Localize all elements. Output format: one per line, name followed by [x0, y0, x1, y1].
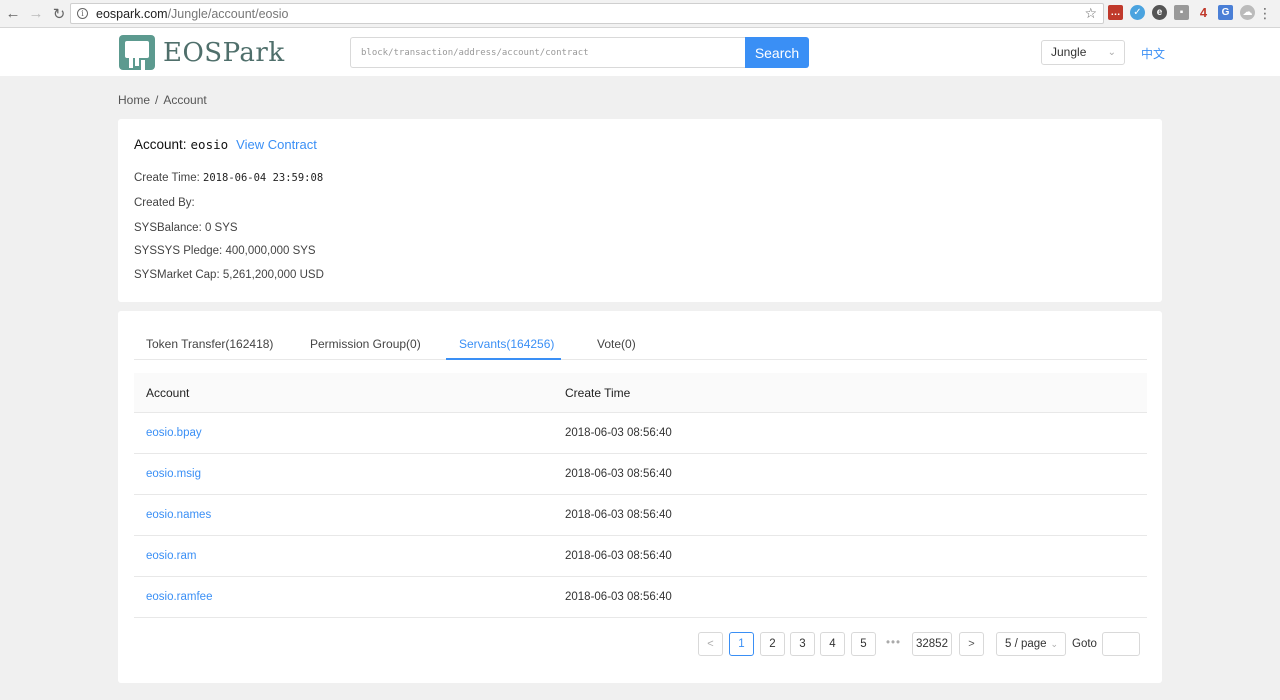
search-button[interactable]: Search [745, 37, 809, 68]
market-cap-label: SYSMarket Cap: [134, 269, 220, 281]
page-ellipsis[interactable]: ••• [881, 632, 906, 656]
account-title-label: Account: [134, 137, 187, 152]
table-row: eosio.bpay 2018-06-03 08:56:40 [134, 413, 1147, 454]
balance-row: SYSBalance: 0 SYS [134, 222, 238, 234]
extension-cloud-icon[interactable]: ☁ [1240, 5, 1255, 20]
account-link[interactable]: eosio.msig [146, 468, 201, 480]
page-size-value: 5 / page [1005, 638, 1047, 650]
tab-token-transfer[interactable]: Token Transfer(162418) [146, 337, 273, 351]
create-time-label: Create Time: [134, 172, 200, 184]
logo-text: EOSPark [163, 37, 285, 68]
url-path: /Jungle/account/eosio [167, 6, 289, 21]
page-button-5[interactable]: 5 [851, 632, 876, 656]
address-bar[interactable]: i eospark.com/Jungle/account/eosio ☆ [70, 3, 1104, 24]
column-header-create-time: Create Time [565, 386, 631, 400]
balance-label: SYSBalance: [134, 222, 202, 234]
account-link[interactable]: eosio.ramfee [146, 591, 212, 603]
network-select[interactable]: Jungle ⌄ [1041, 40, 1125, 65]
browser-menu-icon[interactable]: ⋮ [1258, 5, 1272, 21]
create-time-cell: 2018-06-03 08:56:40 [565, 550, 672, 562]
market-cap-value: 5,261,200,000 USD [222, 269, 324, 281]
back-icon[interactable]: ← [3, 4, 23, 24]
page-button-4[interactable]: 4 [820, 632, 845, 656]
account-link[interactable]: eosio.ram [146, 550, 197, 562]
page-button-3[interactable]: 3 [790, 632, 815, 656]
pledge-label: SYSSYS Pledge: [134, 245, 223, 257]
table-row: eosio.msig 2018-06-03 08:56:40 [134, 454, 1147, 495]
table-header: Account Create Time [134, 373, 1147, 413]
prev-page-button[interactable]: < [698, 632, 723, 656]
servants-table: Account Create Time eosio.bpay 2018-06-0… [134, 373, 1147, 618]
account-link[interactable]: eosio.bpay [146, 427, 202, 439]
tab-vote[interactable]: Vote(0) [597, 337, 636, 351]
network-value: Jungle [1051, 45, 1087, 59]
tab-permission-group[interactable]: Permission Group(0) [310, 337, 421, 351]
breadcrumb: Home / Account [118, 93, 207, 107]
language-toggle[interactable]: 中文 [1141, 45, 1165, 62]
table-row: eosio.ramfee 2018-06-03 08:56:40 [134, 577, 1147, 618]
extension-tray: … ✓ e ▪ 4 G ☁ [1108, 5, 1255, 20]
breadcrumb-current: Account [163, 93, 207, 107]
chevron-down-icon: ⌄ [1050, 639, 1058, 649]
info-icon[interactable]: i [77, 8, 88, 19]
table-row: eosio.names 2018-06-03 08:56:40 [134, 495, 1147, 536]
extension-gray-icon[interactable]: ▪ [1174, 5, 1189, 20]
view-contract-link[interactable]: View Contract [236, 137, 317, 152]
extension-red-icon[interactable]: … [1108, 5, 1123, 20]
logo[interactable]: EOSPark [119, 35, 285, 70]
account-name: eosio [190, 137, 229, 152]
create-time-value: 2018-06-04 23:59:08 [203, 172, 324, 184]
create-time-cell: 2018-06-03 08:56:40 [565, 468, 672, 480]
pledge-value: 400,000,000 SYS [225, 245, 316, 257]
translate-icon[interactable]: G [1218, 5, 1233, 20]
extension-four-icon[interactable]: 4 [1196, 5, 1211, 20]
chevron-down-icon: ⌄ [1107, 47, 1116, 58]
breadcrumb-separator: / [155, 93, 159, 107]
created-by-label: Created By: [134, 197, 195, 209]
balance-value: 0 SYS [204, 222, 238, 234]
market-cap-row: SYSMarket Cap: 5,261,200,000 USD [134, 269, 324, 281]
page-button-1[interactable]: 1 [729, 632, 754, 656]
create-time-cell: 2018-06-03 08:56:40 [565, 509, 672, 521]
forward-icon[interactable]: → [26, 4, 46, 24]
url-host: eospark.com [96, 6, 168, 21]
page-size-select[interactable]: 5 / page ⌄ [996, 632, 1066, 656]
table-row: eosio.ram 2018-06-03 08:56:40 [134, 536, 1147, 577]
tab-servants[interactable]: Servants(164256) [459, 337, 554, 351]
browser-toolbar: ← → ↻ i eospark.com/Jungle/account/eosio… [0, 0, 1280, 28]
logo-mark-icon [119, 35, 155, 70]
account-link[interactable]: eosio.names [146, 509, 211, 521]
active-tab-indicator [446, 358, 561, 360]
tab-bar: Token Transfer(162418) Permission Group(… [134, 329, 1147, 360]
goto-label: Goto [1072, 638, 1097, 650]
page-button-2[interactable]: 2 [760, 632, 785, 656]
search-input[interactable] [350, 37, 746, 68]
breadcrumb-home[interactable]: Home [118, 93, 150, 107]
next-page-button[interactable]: > [959, 632, 984, 656]
column-header-account: Account [146, 386, 190, 400]
reload-icon[interactable]: ↻ [49, 4, 69, 24]
pledge-row: SYSSYS Pledge: 400,000,000 SYS [134, 245, 316, 257]
create-time-row: Create Time: 2018-06-04 23:59:08 [134, 172, 323, 184]
bookmark-star-icon[interactable]: ☆ [1084, 5, 1097, 22]
site-header: EOSPark Search Jungle ⌄ 中文 [0, 28, 1280, 76]
create-time-cell: 2018-06-03 08:56:40 [565, 591, 672, 603]
create-time-cell: 2018-06-03 08:56:40 [565, 427, 672, 439]
page-button-last[interactable]: 32852 [912, 632, 952, 656]
extension-evernote-icon[interactable]: e [1152, 5, 1167, 20]
created-by-row: Created By: [134, 197, 195, 209]
account-title: Account: eosio View Contract [134, 137, 317, 152]
account-details-card: Token Transfer(162418) Permission Group(… [118, 311, 1162, 683]
goto-page-input[interactable] [1102, 632, 1140, 656]
account-summary-card: Account: eosio View Contract Create Time… [118, 119, 1162, 302]
extension-compass-icon[interactable]: ✓ [1130, 5, 1145, 20]
